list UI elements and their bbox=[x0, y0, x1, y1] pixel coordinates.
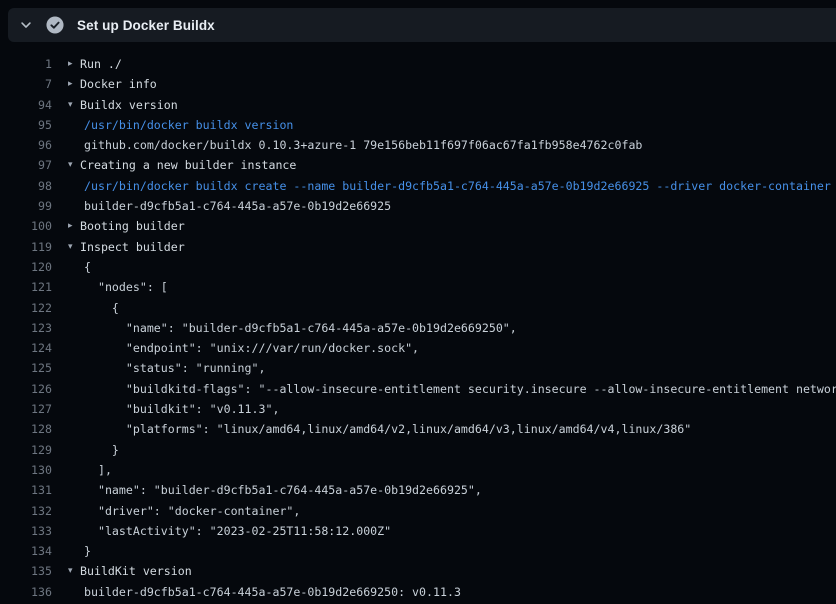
log-line-row: 99 builder-d9cfb5a1-c764-445a-a57e-0b19d2… bbox=[0, 196, 836, 216]
line-number[interactable]: 125 bbox=[0, 358, 52, 378]
output-text: builder-d9cfb5a1-c764-445a-a57e-0b19d2e6… bbox=[84, 196, 391, 216]
output-text: "endpoint": "unix:///var/run/docker.sock… bbox=[84, 338, 419, 358]
line-number[interactable]: 95 bbox=[0, 115, 52, 135]
output-text: } bbox=[84, 541, 91, 561]
line-number[interactable]: 120 bbox=[0, 257, 52, 277]
log-line-row: 123 "name": "builder-d9cfb5a1-c764-445a-… bbox=[0, 318, 836, 338]
group-expanded-arrow-icon[interactable]: ▾ bbox=[68, 237, 80, 257]
log-area: 1▸Run ./7▸Docker info94▾Buildx version95… bbox=[0, 54, 836, 604]
output-text: "driver": "docker-container", bbox=[84, 501, 300, 521]
log-line-row: 128 "platforms": "linux/amd64,linux/amd6… bbox=[0, 419, 836, 439]
output-text: { bbox=[84, 257, 91, 277]
log-line-row: 96 github.com/docker/buildx 0.10.3+azure-… bbox=[0, 135, 836, 155]
line-number[interactable]: 121 bbox=[0, 277, 52, 297]
line-number[interactable]: 122 bbox=[0, 298, 52, 318]
log-line-row: 127 "buildkit": "v0.11.3", bbox=[0, 399, 836, 419]
line-number[interactable]: 124 bbox=[0, 338, 52, 358]
log-group-row[interactable]: 7 ▸Docker info bbox=[0, 74, 836, 94]
group-expanded-arrow-icon[interactable]: ▾ bbox=[68, 155, 80, 175]
group-title: Booting builder bbox=[80, 216, 185, 236]
log-line-row: 120 { bbox=[0, 257, 836, 277]
log-line-row: 126 "buildkitd-flags": "--allow-insecure… bbox=[0, 379, 836, 399]
log-group-row[interactable]: 119 ▾Inspect builder bbox=[0, 237, 836, 257]
line-number[interactable]: 100 bbox=[0, 216, 52, 236]
line-number[interactable]: 132 bbox=[0, 501, 52, 521]
output-text: "name": "builder-d9cfb5a1-c764-445a-a57e… bbox=[84, 318, 517, 338]
output-text: ], bbox=[84, 460, 112, 480]
line-number[interactable]: 98 bbox=[0, 176, 52, 196]
log-line-row: 136 builder-d9cfb5a1-c764-445a-a57e-0b19d… bbox=[0, 582, 836, 602]
line-number[interactable]: 133 bbox=[0, 521, 52, 541]
log-group-row[interactable]: 135 ▾BuildKit version bbox=[0, 561, 836, 581]
command-text: /usr/bin/docker buildx version bbox=[84, 115, 293, 135]
line-number[interactable]: 134 bbox=[0, 541, 52, 561]
line-number[interactable]: 119 bbox=[0, 237, 52, 257]
output-text: } bbox=[84, 440, 119, 460]
group-expanded-arrow-icon[interactable]: ▾ bbox=[68, 95, 80, 115]
line-number[interactable]: 135 bbox=[0, 561, 52, 581]
group-title: BuildKit version bbox=[80, 561, 192, 581]
actions-log-view: Set up Docker Buildx 1▸Run ./7▸Docker in… bbox=[0, 0, 836, 604]
log-line-row: 134} bbox=[0, 541, 836, 561]
log-line-row: 132 "driver": "docker-container", bbox=[0, 501, 836, 521]
output-text: "status": "running", bbox=[84, 358, 265, 378]
log-group-row[interactable]: 97 ▾Creating a new builder instance bbox=[0, 155, 836, 175]
output-text: "lastActivity": "2023-02-25T11:58:12.000… bbox=[84, 521, 391, 541]
output-text: { bbox=[84, 298, 119, 318]
line-number[interactable]: 7 bbox=[0, 74, 52, 94]
group-title: Inspect builder bbox=[80, 237, 185, 257]
log-line-row: 95/usr/bin/docker buildx version bbox=[0, 115, 836, 135]
log-line-row: 131 "name": "builder-d9cfb5a1-c764-445a-… bbox=[0, 480, 836, 500]
group-title: Run ./ bbox=[80, 54, 122, 74]
group-title: Docker info bbox=[80, 74, 157, 94]
line-number[interactable]: 131 bbox=[0, 480, 52, 500]
group-collapsed-arrow-icon[interactable]: ▸ bbox=[68, 54, 80, 74]
log-group-row[interactable]: 1 ▸Run ./ bbox=[0, 54, 836, 74]
line-number[interactable]: 97 bbox=[0, 155, 52, 175]
group-title: Creating a new builder instance bbox=[80, 155, 296, 175]
line-number[interactable]: 94 bbox=[0, 95, 52, 115]
output-text: "nodes": [ bbox=[84, 277, 168, 297]
log-line-row: 121 "nodes": [ bbox=[0, 277, 836, 297]
group-collapsed-arrow-icon[interactable]: ▸ bbox=[68, 74, 80, 94]
command-text: /usr/bin/docker buildx create --name bui… bbox=[84, 176, 831, 196]
log-group-row[interactable]: 94 ▾Buildx version bbox=[0, 95, 836, 115]
log-line-row: 130 ], bbox=[0, 460, 836, 480]
log-line-row: 129 } bbox=[0, 440, 836, 460]
log-line-row: 125 "status": "running", bbox=[0, 358, 836, 378]
line-number[interactable]: 126 bbox=[0, 379, 52, 399]
output-text: builder-d9cfb5a1-c764-445a-a57e-0b19d2e6… bbox=[84, 582, 461, 602]
log-line-row: 133 "lastActivity": "2023-02-25T11:58:12… bbox=[0, 521, 836, 541]
group-collapsed-arrow-icon[interactable]: ▸ bbox=[68, 216, 80, 236]
line-number[interactable]: 96 bbox=[0, 135, 52, 155]
log-group-row[interactable]: 100 ▸Booting builder bbox=[0, 216, 836, 236]
group-expanded-arrow-icon[interactable]: ▾ bbox=[68, 561, 80, 581]
line-number[interactable]: 99 bbox=[0, 196, 52, 216]
group-title: Buildx version bbox=[80, 95, 178, 115]
output-text: "platforms": "linux/amd64,linux/amd64/v2… bbox=[84, 419, 691, 439]
step-title: Set up Docker Buildx bbox=[77, 18, 215, 33]
line-number[interactable]: 129 bbox=[0, 440, 52, 460]
output-text: "buildkit": "v0.11.3", bbox=[84, 399, 279, 419]
line-number[interactable]: 123 bbox=[0, 318, 52, 338]
line-number[interactable]: 127 bbox=[0, 399, 52, 419]
line-number[interactable]: 128 bbox=[0, 419, 52, 439]
line-number[interactable]: 130 bbox=[0, 460, 52, 480]
step-header[interactable]: Set up Docker Buildx bbox=[8, 8, 836, 42]
log-line-row: 122 { bbox=[0, 298, 836, 318]
output-text: "buildkitd-flags": "--allow-insecure-ent… bbox=[84, 379, 836, 399]
check-circle-icon bbox=[46, 16, 64, 34]
line-number[interactable]: 136 bbox=[0, 582, 52, 602]
log-line-row: 98/usr/bin/docker buildx create --name b… bbox=[0, 176, 836, 196]
output-text: github.com/docker/buildx 0.10.3+azure-1 … bbox=[84, 135, 642, 155]
line-number[interactable]: 1 bbox=[0, 54, 52, 74]
log-line-row: 124 "endpoint": "unix:///var/run/docker.… bbox=[0, 338, 836, 358]
chevron-down-icon[interactable] bbox=[19, 18, 33, 32]
output-text: "name": "builder-d9cfb5a1-c764-445a-a57e… bbox=[84, 480, 482, 500]
